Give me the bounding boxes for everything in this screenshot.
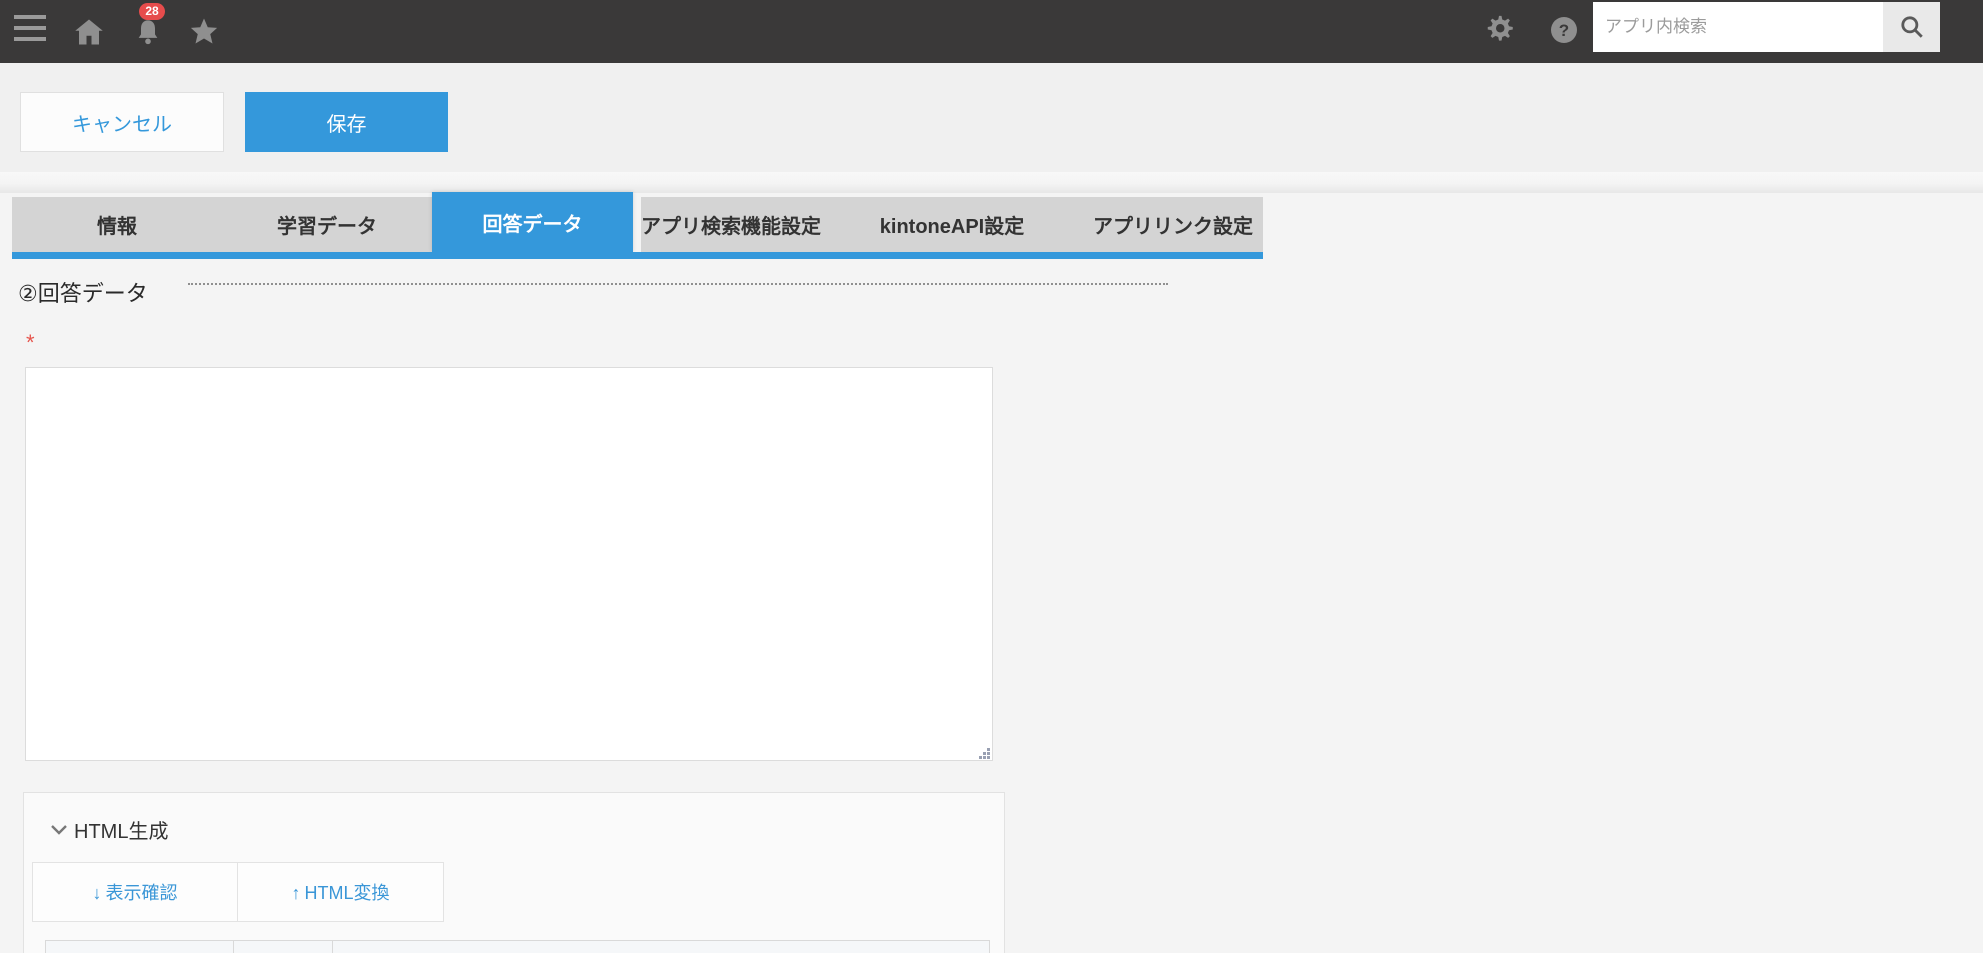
- search-input[interactable]: [1593, 2, 1883, 52]
- active-tab-underline: [12, 252, 1263, 259]
- chevron-down-icon: [50, 824, 68, 836]
- top-navigation-bar: 28 ?: [0, 0, 1983, 63]
- search-button[interactable]: [1883, 2, 1940, 52]
- hamburger-menu-icon[interactable]: [14, 14, 46, 46]
- tab-kintone-api-settings[interactable]: kintoneAPI設定: [821, 197, 1083, 252]
- arrow-up-icon: ↑: [291, 883, 301, 903]
- table-top-edge: [45, 940, 990, 953]
- table-column-separator: [332, 941, 333, 953]
- html-generation-title: HTML生成: [74, 821, 169, 843]
- display-check-button[interactable]: ↓ 表示確認: [32, 862, 238, 922]
- cancel-button[interactable]: キャンセル: [20, 92, 224, 152]
- favorites-star-icon[interactable]: [189, 16, 219, 46]
- save-button[interactable]: 保存: [245, 92, 448, 152]
- tab-learning-data[interactable]: 学習データ: [222, 197, 432, 252]
- search-icon: [1900, 16, 1923, 38]
- tab-app-search-settings[interactable]: アプリ検索機能設定: [641, 197, 821, 252]
- answer-data-textarea[interactable]: [25, 367, 993, 761]
- tab-answer-data[interactable]: 回答データ: [432, 192, 633, 252]
- home-icon[interactable]: [74, 17, 104, 47]
- notifications-bell-icon[interactable]: [134, 18, 162, 46]
- help-icon[interactable]: ?: [1549, 15, 1579, 45]
- table-column-separator: [233, 941, 234, 953]
- required-marker: *: [26, 330, 35, 355]
- html-generation-collapse-header[interactable]: HTML生成: [50, 815, 168, 844]
- notification-count-badge: 28: [139, 3, 165, 20]
- settings-gear-icon[interactable]: [1484, 14, 1514, 44]
- tab-app-link-settings[interactable]: アプリリンク設定: [1083, 197, 1263, 252]
- band-shadow: [0, 172, 1983, 193]
- svg-text:?: ?: [1559, 21, 1569, 40]
- textarea-resize-handle-icon[interactable]: [977, 746, 991, 760]
- section-title: ②回答データ: [18, 281, 148, 306]
- html-convert-button[interactable]: ↑ HTML変換: [237, 862, 444, 922]
- tab-info[interactable]: 情報: [12, 197, 222, 252]
- arrow-down-icon: ↓: [92, 883, 102, 903]
- settings-tabbar: 情報 学習データ 回答データ アプリ検索機能設定 kintoneAPI設定 アプ…: [12, 192, 1263, 252]
- app-settings-screen: 28 ? キャンセル: [0, 0, 1983, 953]
- section-divider-dotted-line: [188, 283, 1168, 285]
- in-app-search-box: [1593, 2, 1883, 52]
